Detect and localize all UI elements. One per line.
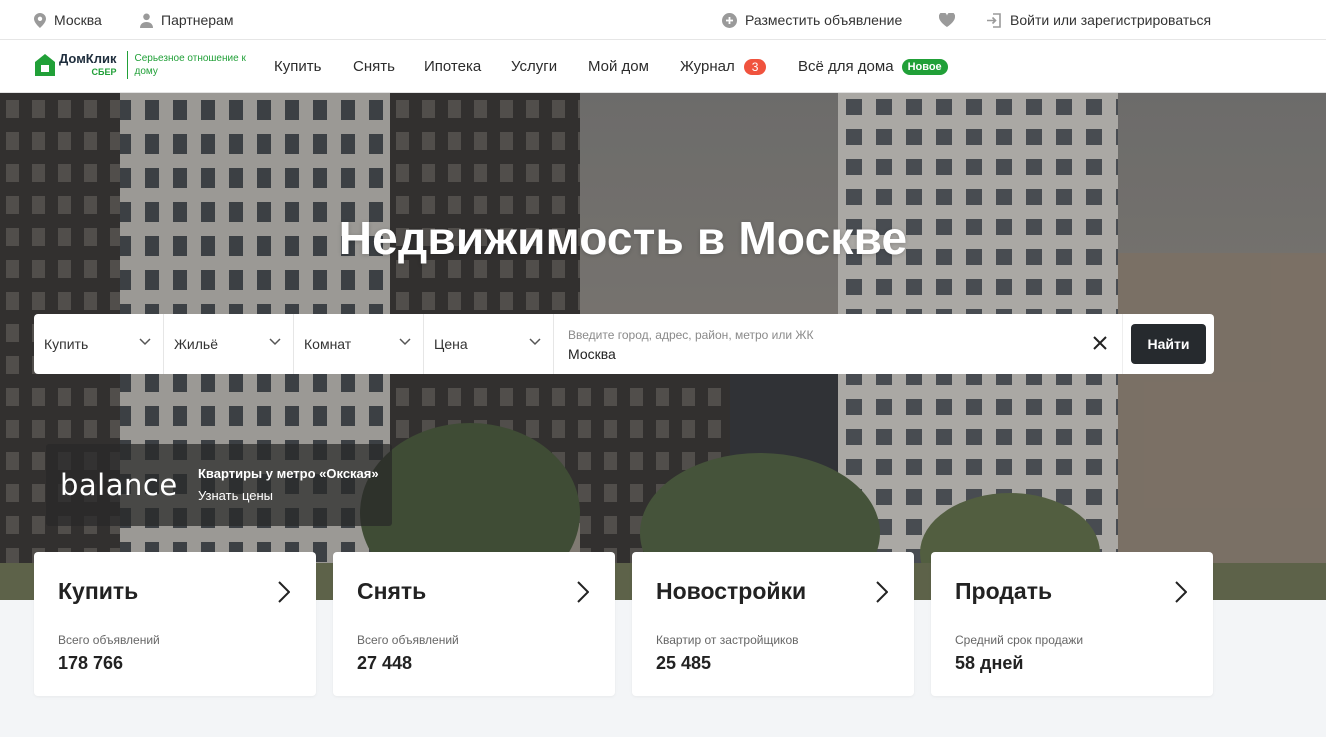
card-rent[interactable]: Снять Всего объявлений 27 448 xyxy=(333,552,615,696)
find-button-wrap: Найти xyxy=(1122,314,1214,374)
card-value: 25 485 xyxy=(656,653,712,673)
address-placeholder: Введите город, адрес, район, метро или Ж… xyxy=(568,328,814,342)
chevron-down-icon xyxy=(529,338,541,346)
card-value: 58 дней xyxy=(955,653,1024,673)
nav-item-journal[interactable]: Журнал 3 xyxy=(680,40,767,93)
city-label: Москва xyxy=(54,12,102,28)
card-subtitle: Всего объявлений xyxy=(357,633,459,647)
price-value: Цена xyxy=(434,336,468,352)
nav-item-home-goods-label: Всё для дома xyxy=(798,58,894,75)
promo-logo: balance xyxy=(60,468,178,502)
chevron-right-icon xyxy=(577,581,589,603)
card-title: Новостройки xyxy=(656,578,807,604)
promo-banner[interactable]: balance Квартиры у метро «Окская» Узнать… xyxy=(46,444,392,526)
nav-item-journal-label: Журнал xyxy=(680,58,735,75)
logo-slogan: Серьезное отношение к дому xyxy=(134,53,246,77)
deal-type-value: Купить xyxy=(44,336,89,352)
chevron-right-icon xyxy=(278,581,290,603)
top-bar: Москва Партнерам Разместить объявление В… xyxy=(0,0,1326,40)
favorites-button[interactable] xyxy=(939,0,963,40)
place-ad-label: Разместить объявление xyxy=(745,12,903,28)
deal-type-select[interactable]: Купить xyxy=(34,314,164,374)
person-icon xyxy=(140,13,153,28)
location-pin-icon xyxy=(34,12,46,28)
chevron-down-icon xyxy=(399,338,411,346)
promo-headline: Квартиры у метро «Окская» xyxy=(198,466,379,481)
place-ad-link[interactable]: Разместить объявление xyxy=(722,0,902,40)
chevron-right-icon xyxy=(876,581,888,603)
logo-name: ДомКлик xyxy=(59,51,117,66)
address-value: Москва xyxy=(568,346,616,362)
nav-item-rent[interactable]: Снять xyxy=(353,40,395,93)
heart-icon xyxy=(939,13,955,27)
main-nav: ДомКлик СБЕР Серьезное отношение к дому … xyxy=(0,40,1326,93)
close-icon[interactable] xyxy=(1092,335,1108,351)
login-label: Войти или зарегистрироваться xyxy=(1010,12,1212,28)
nav-item-mortgage[interactable]: Ипотека xyxy=(424,40,481,93)
new-badge: Новое xyxy=(901,58,948,75)
card-sell[interactable]: Продать Средний срок продажи 58 дней xyxy=(931,552,1213,696)
find-button[interactable]: Найти xyxy=(1131,324,1206,364)
search-bar: Купить Жильё Комнат Цена Введите город, … xyxy=(34,314,1214,374)
address-input[interactable]: Введите город, адрес, район, метро или Ж… xyxy=(554,314,1122,374)
logo-sber: СБЕР xyxy=(91,67,117,77)
chevron-down-icon xyxy=(269,338,281,346)
card-subtitle: Средний срок продажи xyxy=(955,633,1084,647)
plus-circle-icon xyxy=(722,12,737,28)
login-icon xyxy=(987,12,1001,28)
logo-divider xyxy=(126,51,128,79)
nav-item-services[interactable]: Услуги xyxy=(511,40,557,93)
domclick-house-icon xyxy=(35,54,55,76)
price-select[interactable]: Цена xyxy=(424,314,554,374)
property-type-select[interactable]: Жильё xyxy=(164,314,294,374)
card-title: Купить xyxy=(58,578,139,604)
nav-item-home-goods[interactable]: Всё для дома Новое xyxy=(798,40,948,93)
card-new-buildings[interactable]: Новостройки Квартир от застройщиков 25 4… xyxy=(632,552,914,696)
city-selector[interactable]: Москва xyxy=(34,0,102,40)
journal-count-badge: 3 xyxy=(743,58,767,75)
card-subtitle: Всего объявлений xyxy=(58,633,160,647)
card-title: Продать xyxy=(955,578,1053,604)
promo-link[interactable]: Узнать цены xyxy=(198,488,273,503)
rooms-select[interactable]: Комнат xyxy=(294,314,424,374)
partners-link[interactable]: Партнерам xyxy=(140,0,233,40)
nav-item-my-home[interactable]: Мой дом xyxy=(588,40,649,93)
card-buy[interactable]: Купить Всего объявлений 178 766 xyxy=(34,552,316,696)
property-type-value: Жильё xyxy=(174,336,218,352)
nav-item-buy[interactable]: Купить xyxy=(274,40,321,93)
chevron-right-icon xyxy=(1175,581,1187,603)
card-value: 27 448 xyxy=(357,653,413,673)
card-title: Снять xyxy=(357,578,427,604)
rooms-value: Комнат xyxy=(304,336,352,352)
hero-title: Недвижимость в Москве xyxy=(338,212,908,264)
card-subtitle: Квартир от застройщиков xyxy=(656,633,799,647)
partners-label: Партнерам xyxy=(161,12,234,28)
domclick-logo[interactable]: ДомКлик СБЕР Серьезное отношение к дому xyxy=(34,51,247,79)
chevron-down-icon xyxy=(139,338,151,346)
login-link[interactable]: Войти или зарегистрироваться xyxy=(987,0,1211,40)
card-value: 178 766 xyxy=(58,653,124,673)
